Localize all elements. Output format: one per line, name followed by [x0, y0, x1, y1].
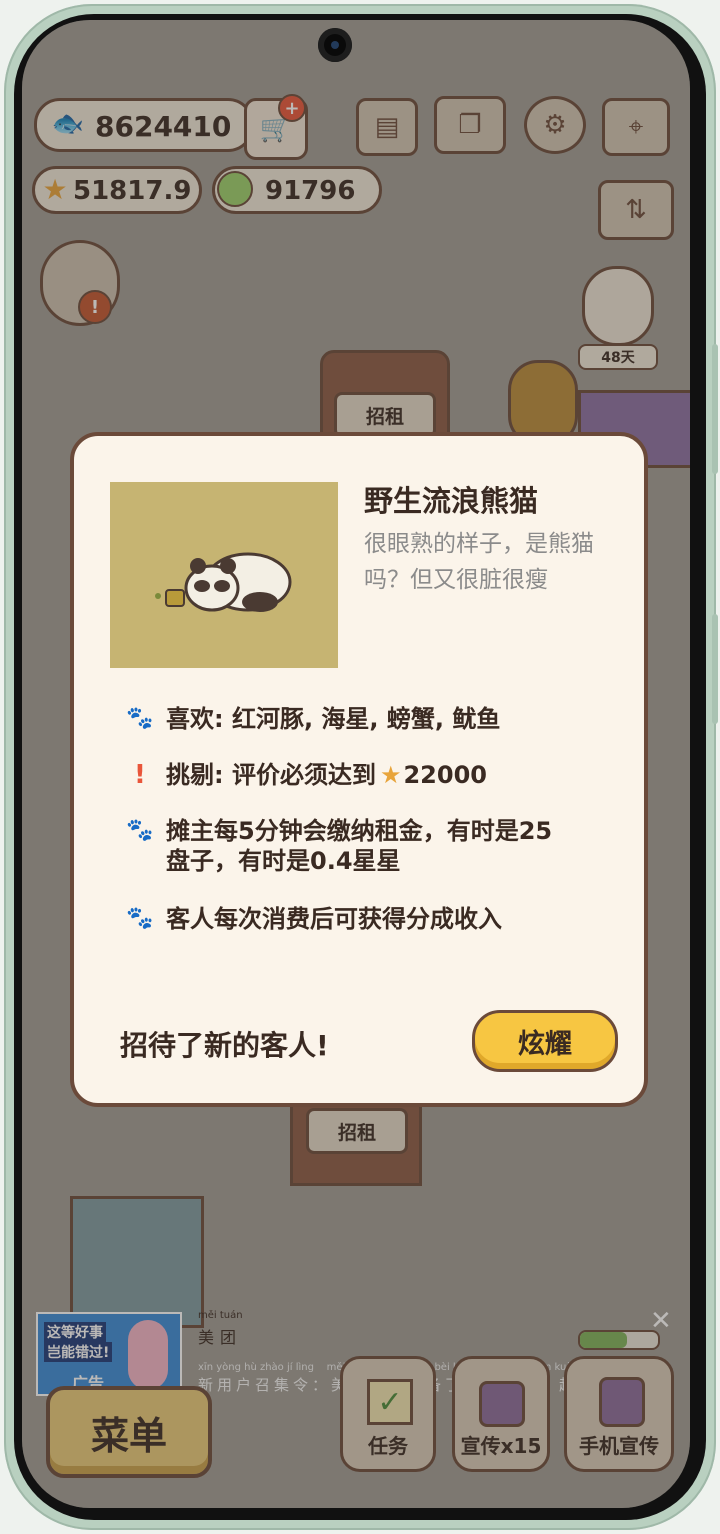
power-button — [712, 614, 718, 724]
exclamation-icon: ! — [134, 760, 146, 790]
commission-text: 客人每次消费后可获得分成收入 — [166, 905, 502, 933]
customer-description: 很眼熟的样子，是熊猫吗？但又很脏很瘦 — [364, 531, 594, 593]
picky-value: 22000 — [403, 761, 487, 789]
paw-icon: 🐾 — [126, 818, 154, 843]
panda-illustration — [110, 482, 338, 668]
rent-text: 摊主每5分钟会缴纳租金，有时是25盘子，有时是0.4星星 — [166, 817, 553, 875]
picky-row: ! 挑剔: 评价必须达到 ★ 22000 — [126, 760, 487, 790]
customer-dialog: 野生流浪熊猫 很眼熟的样子，是熊猫吗？但又很脏很瘦 🐾 喜欢: 红河豚, 海星,… — [70, 432, 648, 1107]
commission-row: 🐾 客人每次消费后可获得分成收入 — [126, 904, 502, 934]
paw-icon: 🐾 — [126, 706, 154, 731]
paw-icon: 🐾 — [126, 906, 154, 931]
brag-button[interactable]: 炫耀 — [472, 1010, 618, 1072]
rent-row: 🐾 摊主每5分钟会缴纳租金，有时是25盘子，有时是0.4星星 — [126, 816, 556, 876]
likes-row: 🐾 喜欢: 红河豚, 海星, 螃蟹, 鱿鱼 — [126, 704, 500, 734]
game-screen: ! 48天 招租 招租 🐟 8624410 🛒 + ★ 51817.9 9179… — [22, 20, 690, 1508]
volume-button — [712, 344, 718, 474]
panda-icon — [155, 552, 292, 612]
new-guest-message: 招待了新的客人! — [120, 1029, 329, 1062]
customer-title: 野生流浪熊猫 — [364, 484, 539, 518]
picky-text: 挑剔: 评价必须达到 — [166, 761, 376, 789]
front-camera — [318, 28, 352, 62]
likes-text: 喜欢: 红河豚, 海星, 螃蟹, 鱿鱼 — [166, 705, 501, 733]
star-icon: ★ — [379, 761, 402, 789]
